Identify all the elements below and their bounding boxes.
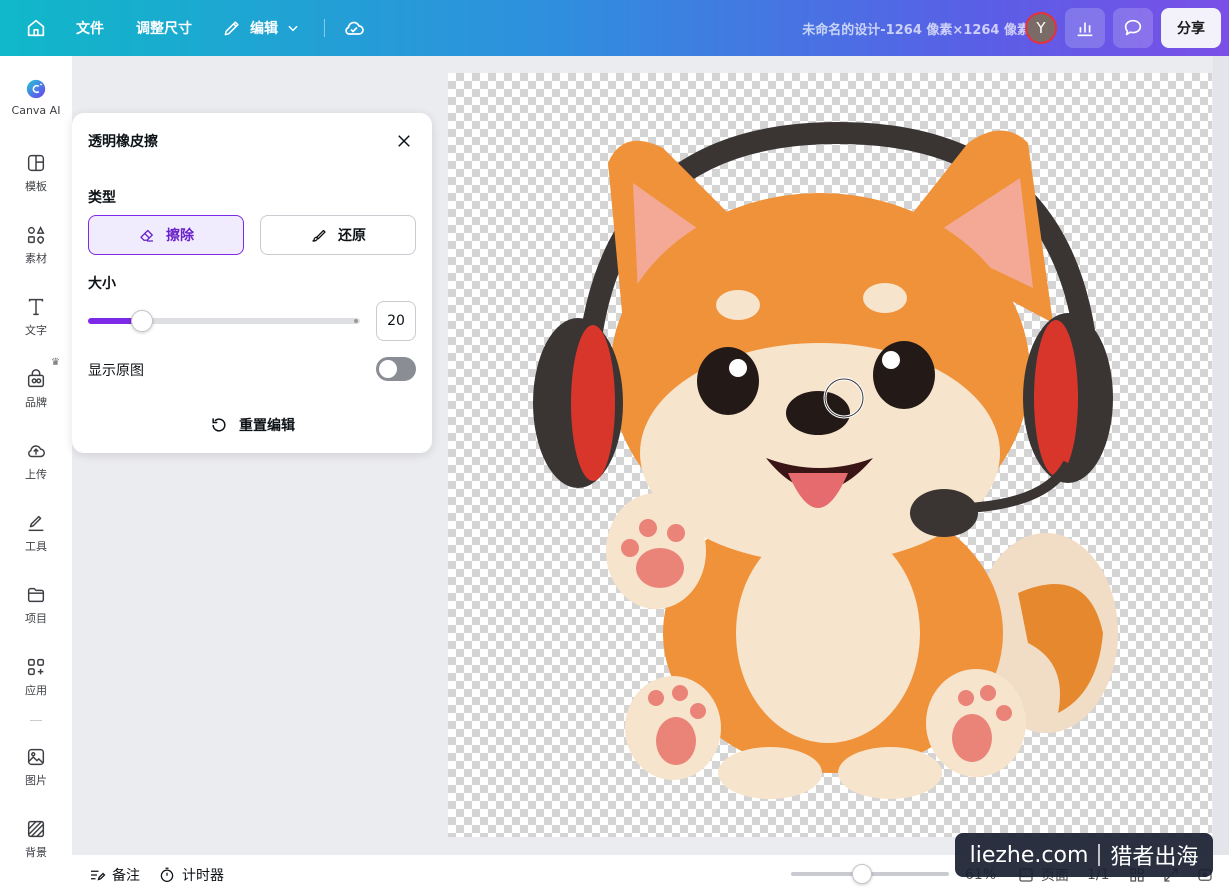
eraser-icon xyxy=(140,229,153,242)
avatar[interactable]: Y xyxy=(1025,12,1057,44)
sidebar-divider xyxy=(30,720,42,721)
timer-label: 计时器 xyxy=(182,867,224,884)
top-bar: 文件 调整尺寸 编辑 未命名的设计-1264 像素×1264 像素 Y 分享 xyxy=(0,0,1229,56)
sidebar-item-background[interactable]: 背景 xyxy=(0,818,72,878)
sidebar-item-text[interactable]: 文字 xyxy=(0,296,72,356)
file-menu[interactable]: 文件 xyxy=(76,0,104,56)
edit-menu[interactable]: 编辑 xyxy=(222,0,300,56)
cloud-check-icon xyxy=(345,21,364,35)
comment-icon xyxy=(1124,19,1142,36)
left-sidebar: Canva AI 模板 素材 文字 ♛ 品牌 上传 工具 项目 应用 图片 背景 xyxy=(0,56,72,894)
transparent-eraser-panel: 透明橡皮擦 类型 擦除 还原 大小 20 显示原图 重置编辑 xyxy=(72,113,432,453)
bar-chart-icon xyxy=(1077,22,1093,37)
undo-icon xyxy=(212,418,226,432)
size-label: 大小 xyxy=(88,276,116,292)
chevron-down-icon xyxy=(288,25,298,32)
text-icon xyxy=(28,298,44,316)
sidebar-item-label: 背景 xyxy=(25,846,47,859)
zoom-slider-thumb[interactable] xyxy=(852,864,872,884)
sidebar-item-elements[interactable]: 素材 xyxy=(0,224,72,284)
sidebar-item-tools[interactable]: 工具 xyxy=(0,512,72,572)
size-slider-thumb[interactable] xyxy=(131,310,154,332)
erase-mode-button[interactable]: 擦除 xyxy=(88,215,244,255)
size-slider-track[interactable] xyxy=(88,318,360,324)
slider-end-dot xyxy=(354,319,358,323)
show-original-label: 显示原图 xyxy=(88,363,144,379)
watermark-brand: 猎者出海 xyxy=(1110,845,1199,870)
restore-label: 还原 xyxy=(338,228,366,244)
image-icon xyxy=(27,748,45,766)
timer-button[interactable]: 计时器 xyxy=(158,855,224,894)
save-status-button[interactable] xyxy=(334,8,374,48)
toolbar-divider xyxy=(324,19,325,37)
sidebar-item-upload[interactable]: 上传 xyxy=(0,440,72,500)
sidebar-item-images[interactable]: 图片 xyxy=(0,746,72,806)
sidebar-item-apps[interactable]: 应用 xyxy=(0,656,72,716)
crown-icon: ♛ xyxy=(51,357,60,368)
sidebar-item-label: 品牌 xyxy=(25,396,47,409)
elements-icon xyxy=(27,226,45,245)
restore-mode-button[interactable]: 还原 xyxy=(260,215,416,255)
sidebar-item-label: 模板 xyxy=(25,180,47,193)
close-button[interactable] xyxy=(390,127,418,155)
shiba-dog-image xyxy=(533,121,1118,799)
home-icon xyxy=(27,19,45,37)
watermark: liezhe.com 猎者出海 xyxy=(955,833,1213,877)
canva-ai-icon xyxy=(26,79,46,99)
apps-icon xyxy=(27,658,45,676)
watermark-divider xyxy=(1098,844,1101,866)
sidebar-item-label: 文字 xyxy=(25,324,47,337)
notes-label: 备注 xyxy=(112,867,140,884)
edit-menu-label: 编辑 xyxy=(250,21,278,37)
timer-icon xyxy=(160,867,174,882)
share-button[interactable]: 分享 xyxy=(1161,8,1221,48)
tools-icon xyxy=(28,515,44,532)
brand-icon xyxy=(27,369,45,388)
home-button[interactable] xyxy=(16,8,56,48)
pencil-icon xyxy=(224,21,239,36)
sidebar-item-label: 图片 xyxy=(25,774,47,787)
document-title[interactable]: 未命名的设计-1264 像素×1264 像素 xyxy=(740,0,1030,56)
show-original-toggle[interactable] xyxy=(376,357,416,381)
notes-icon xyxy=(91,870,106,881)
sidebar-item-label: 上传 xyxy=(25,468,47,481)
close-icon xyxy=(398,135,410,147)
insights-button[interactable] xyxy=(1065,8,1105,48)
brush-icon xyxy=(312,229,326,242)
sidebar-item-label: Canva AI xyxy=(11,104,61,117)
type-label: 类型 xyxy=(88,190,116,206)
size-value-input[interactable]: 20 xyxy=(376,301,416,341)
folder-icon xyxy=(27,587,45,603)
upload-icon xyxy=(28,445,45,458)
reset-label: 重置编辑 xyxy=(239,418,295,434)
resize-menu[interactable]: 调整尺寸 xyxy=(136,0,192,56)
sidebar-item-projects[interactable]: 项目 xyxy=(0,584,72,644)
sidebar-item-label: 工具 xyxy=(25,540,47,553)
watermark-domain: liezhe.com xyxy=(969,842,1089,868)
panel-title: 透明橡皮擦 xyxy=(88,134,158,150)
background-icon xyxy=(27,820,45,838)
reset-edits-button[interactable]: 重置编辑 xyxy=(88,409,416,441)
design-canvas[interactable] xyxy=(448,73,1212,837)
toggle-knob xyxy=(379,360,397,378)
template-icon xyxy=(27,154,45,172)
canvas-scroll-area xyxy=(1213,56,1229,856)
notes-button[interactable]: 备注 xyxy=(88,855,140,894)
sidebar-item-brand[interactable]: 品牌 xyxy=(0,368,72,428)
erase-label: 擦除 xyxy=(166,228,194,244)
sidebar-item-label: 素材 xyxy=(25,252,47,265)
sidebar-item-label: 项目 xyxy=(25,612,47,625)
sidebar-item-canva-ai[interactable]: Canva AI xyxy=(0,78,72,138)
sidebar-item-templates[interactable]: 模板 xyxy=(0,152,72,212)
sidebar-item-label: 应用 xyxy=(25,684,47,697)
comments-button[interactable] xyxy=(1113,8,1153,48)
